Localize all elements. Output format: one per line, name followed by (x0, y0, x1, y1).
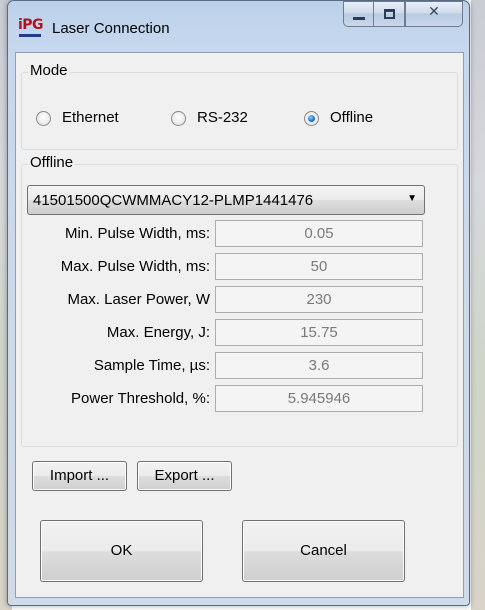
desktop-background-right (471, 0, 485, 610)
param-row-min-pulse-width: Min. Pulse Width, ms: 0.05 (22, 220, 430, 248)
param-label: Power Threshold, %: (71, 390, 210, 407)
sample-time-field[interactable]: 3.6 (215, 352, 423, 379)
title-bar[interactable]: iPG Laser Connection ✕ (8, 1, 469, 51)
offline-group-title: Offline (28, 154, 76, 171)
param-label: Max. Laser Power, W (67, 291, 210, 308)
cancel-button[interactable]: Cancel (242, 520, 405, 582)
param-label: Sample Time, µs: (93, 357, 210, 374)
param-row-max-energy: Max. Energy, J: 15.75 (22, 319, 430, 347)
offline-group: Offline 41501500QCWMMACY12-PLMP1441476 ▼… (21, 154, 458, 447)
close-button[interactable]: ✕ (405, 1, 463, 27)
minimize-icon (353, 17, 365, 20)
maximize-icon (384, 9, 395, 19)
max-energy-field[interactable]: 15.75 (215, 319, 423, 346)
maximize-button[interactable] (373, 1, 405, 27)
export-button[interactable]: Export ... (137, 461, 232, 491)
close-icon: ✕ (428, 4, 440, 20)
mode-group: Mode Ethernet RS-232 Offline (21, 62, 458, 150)
max-pulse-width-field[interactable]: 50 (215, 253, 423, 280)
dialog-client-area: Mode Ethernet RS-232 Offline Offline 415… (15, 52, 464, 598)
radio-offline-label: Offline (330, 109, 374, 126)
max-laser-power-field[interactable]: 230 (215, 286, 423, 313)
param-label: Min. Pulse Width, ms: (64, 225, 210, 242)
radio-circle-icon (171, 111, 186, 126)
mode-group-title: Mode (28, 62, 70, 79)
param-row-power-threshold: Power Threshold, %: 5.945946 (22, 385, 430, 413)
laser-connection-dialog: iPG Laser Connection ✕ Mode Ethernet RS-… (7, 0, 470, 606)
power-threshold-field[interactable]: 5.945946 (215, 385, 423, 412)
param-row-max-laser-power: Max. Laser Power, W 230 (22, 286, 430, 314)
dropdown-arrow-icon: ▼ (407, 193, 417, 204)
laser-model-value: 41501500QCWMMACY12-PLMP1441476 (33, 192, 314, 209)
minimize-button[interactable] (343, 1, 373, 27)
radio-rs232-label: RS-232 (197, 109, 248, 126)
radio-circle-icon (36, 111, 51, 126)
radio-ethernet-label: Ethernet (62, 109, 119, 126)
param-row-sample-time: Sample Time, µs: 3.6 (22, 352, 430, 380)
radio-selected-dot-icon (308, 115, 315, 122)
param-row-max-pulse-width: Max. Pulse Width, ms: 50 (22, 253, 430, 281)
min-pulse-width-field[interactable]: 0.05 (215, 220, 423, 247)
param-label: Max. Energy, J: (106, 324, 210, 341)
laser-model-dropdown[interactable]: 41501500QCWMMACY12-PLMP1441476 ▼ (27, 185, 425, 215)
ok-button[interactable]: OK (40, 520, 203, 582)
import-button[interactable]: Import ... (32, 461, 127, 491)
ipg-logo-icon: iPG (18, 17, 44, 39)
window-title: Laser Connection (52, 20, 170, 37)
param-label: Max. Pulse Width, ms: (60, 258, 210, 275)
